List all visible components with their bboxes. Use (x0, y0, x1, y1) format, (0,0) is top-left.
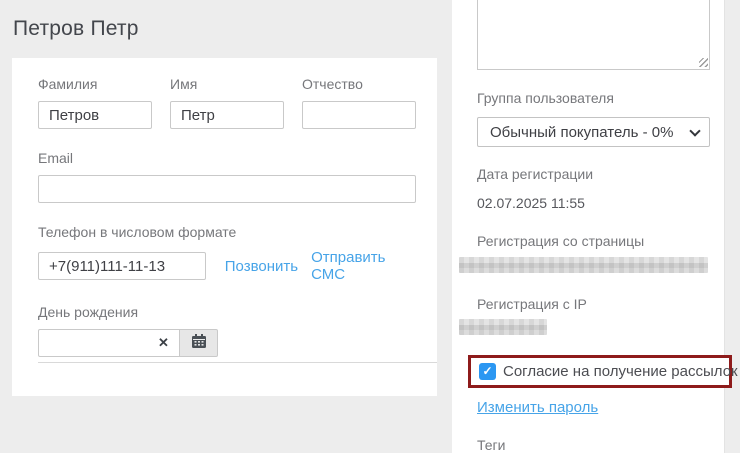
newsletter-consent-label: Согласие на получение рассылок (503, 363, 738, 380)
registration-ip-value-redacted (459, 319, 547, 335)
user-form-card: Фамилия Имя Отчество Email Телефон в чис… (12, 58, 437, 396)
registration-page-label: Регистрация со страницы (477, 233, 644, 249)
phone-input[interactable] (38, 252, 206, 280)
call-link[interactable]: Позвонить (225, 258, 298, 275)
tags-label: Теги (477, 437, 505, 453)
comment-textarea[interactable] (477, 0, 710, 70)
clear-date-icon[interactable]: ✕ (158, 336, 169, 350)
comment-field-wrap (477, 0, 710, 70)
registration-date-label: Дата регистрации (477, 166, 593, 182)
card-divider (38, 362, 437, 363)
registration-ip-label: Регистрация с IP (477, 296, 587, 312)
user-group-label: Группа пользователя (477, 90, 614, 106)
first-name-input[interactable] (170, 101, 284, 129)
registration-page-value-redacted (459, 257, 708, 273)
newsletter-consent-highlight-box: ✓ Согласие на получение рассылок (468, 355, 732, 388)
phone-label: Телефон в числовом формате (38, 224, 416, 240)
send-sms-link[interactable]: Отправить СМС (311, 249, 416, 283)
email-input[interactable] (38, 175, 416, 203)
first-name-label: Имя (170, 76, 284, 92)
change-password-link[interactable]: Изменить пароль (477, 399, 598, 416)
last-name-input[interactable] (38, 101, 152, 129)
calendar-button[interactable] (180, 329, 218, 357)
calendar-icon (191, 333, 207, 354)
middle-name-input[interactable] (302, 101, 416, 129)
check-icon: ✓ (482, 363, 492, 380)
newsletter-consent-checkbox[interactable]: ✓ (479, 363, 496, 380)
user-group-select[interactable]: Обычный покупатель - 0% (477, 117, 710, 147)
middle-name-label: Отчество (302, 76, 416, 92)
email-label: Email (38, 150, 416, 166)
details-panel: Группа пользователя Обычный покупатель -… (452, 0, 725, 453)
last-name-label: Фамилия (38, 76, 152, 92)
page-title: Петров Петр (13, 17, 139, 41)
registration-date-value: 02.07.2025 11:55 (477, 195, 585, 211)
birthday-label: День рождения (38, 304, 416, 320)
